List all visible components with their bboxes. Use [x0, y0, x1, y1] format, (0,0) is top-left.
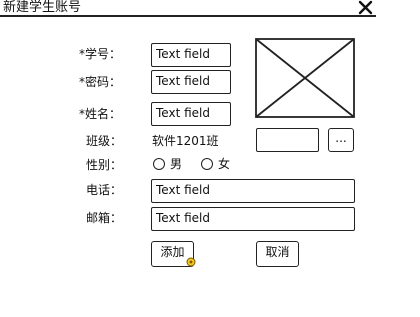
email-field[interactable]: Text field	[151, 207, 355, 231]
gender-female-label: 女	[218, 157, 231, 171]
close-icon[interactable]	[357, 0, 374, 15]
class-browse-button[interactable]: ...	[328, 128, 354, 152]
class-select-box[interactable]	[256, 128, 319, 152]
class-label: 班级：	[86, 134, 123, 148]
password-field[interactable]: Text field	[151, 70, 231, 94]
title-divider	[0, 15, 376, 17]
new-student-account-dialog: 新建学生账号 *学号： Text field *密码： Text field *…	[0, 0, 420, 317]
password-label: *密码：	[79, 75, 122, 89]
email-label: 邮箱：	[86, 211, 123, 225]
student-id-field[interactable]: Text field	[151, 43, 231, 67]
gender-female-radio[interactable]	[201, 158, 213, 170]
gender-male-radio[interactable]	[153, 158, 165, 170]
image-placeholder-icon[interactable]	[255, 38, 355, 118]
name-label: *姓名：	[79, 107, 122, 121]
phone-label: 电话：	[86, 183, 123, 197]
gender-label: 性别：	[86, 158, 123, 172]
student-id-label: *学号：	[79, 47, 122, 61]
phone-field[interactable]: Text field	[151, 179, 355, 203]
window-title: 新建学生账号	[3, 0, 82, 15]
cursor-indicator-icon	[186, 257, 196, 267]
title-bar: 新建学生账号	[0, 0, 380, 17]
cancel-button[interactable]: 取消	[256, 241, 299, 267]
gender-male-label: 男	[170, 157, 183, 171]
name-field[interactable]: Text field	[151, 102, 231, 126]
class-value: 软件1201班	[152, 134, 219, 148]
